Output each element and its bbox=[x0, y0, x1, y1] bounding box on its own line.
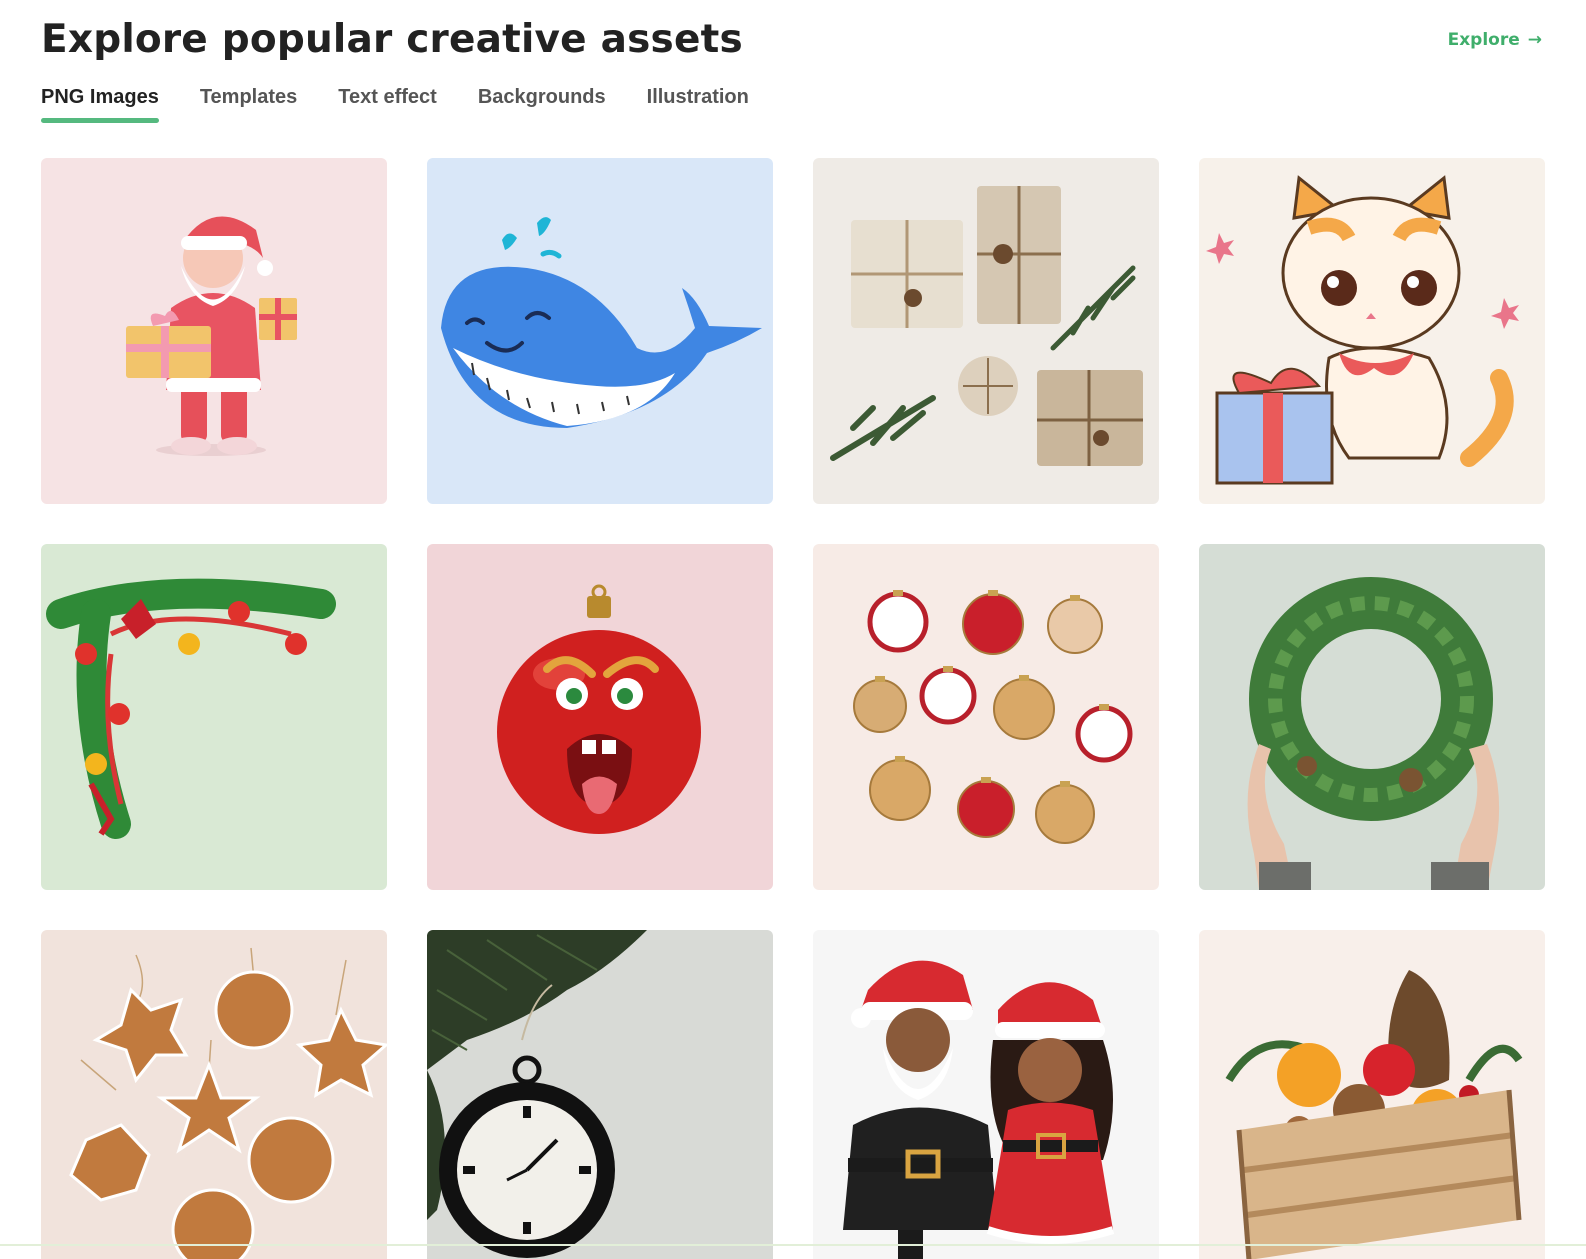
fruit-crate-image bbox=[1225, 970, 1523, 1259]
explore-label: Explore bbox=[1447, 30, 1520, 50]
kitten-image bbox=[1206, 175, 1519, 485]
asset-card-christmas-garland-corner[interactable] bbox=[41, 544, 387, 890]
whale-image bbox=[441, 217, 762, 428]
wreath-image bbox=[1247, 577, 1500, 890]
asset-card-christmas-baubles[interactable] bbox=[813, 544, 1159, 890]
asset-card-kitten-with-gift[interactable] bbox=[1199, 158, 1545, 504]
tab-templates[interactable]: Templates bbox=[200, 86, 297, 123]
tab-backgrounds[interactable]: Backgrounds bbox=[478, 86, 606, 123]
asset-card-angry-red-ornament[interactable] bbox=[427, 544, 773, 890]
gift-boxes-image bbox=[830, 186, 1143, 466]
ornament-face-image bbox=[497, 584, 701, 834]
section-title: Explore popular creative assets bbox=[41, 17, 743, 62]
tab-illustration[interactable]: Illustration bbox=[647, 86, 749, 123]
baubles-image bbox=[853, 590, 1133, 844]
gingerbread-image bbox=[69, 947, 387, 1259]
asset-grid bbox=[41, 158, 1545, 1259]
arrow-right-icon: → bbox=[1527, 29, 1542, 50]
asset-tabs: PNG Images Templates Text effect Backgro… bbox=[41, 86, 749, 123]
asset-card-blue-whale[interactable] bbox=[427, 158, 773, 504]
santa-image bbox=[126, 216, 297, 456]
asset-card-santa-and-girl[interactable] bbox=[813, 930, 1159, 1259]
garland-image bbox=[46, 578, 336, 839]
asset-card-kraft-gift-boxes[interactable] bbox=[813, 158, 1159, 504]
tab-text-effect[interactable]: Text effect bbox=[338, 86, 437, 123]
section-header: Explore popular creative assets Explore … bbox=[41, 14, 1542, 70]
santa-and-girl-image bbox=[843, 960, 1115, 1259]
tab-png-images[interactable]: PNG Images bbox=[41, 86, 159, 123]
asset-card-santa-with-gifts[interactable] bbox=[41, 158, 387, 504]
asset-card-gingerbread-cookies[interactable] bbox=[41, 930, 387, 1259]
asset-card-hands-holding-wreath[interactable] bbox=[1199, 544, 1545, 890]
asset-card-fruit-crate[interactable] bbox=[1199, 930, 1545, 1259]
explore-link[interactable]: Explore → bbox=[1448, 30, 1542, 50]
pocket-watch-image bbox=[427, 930, 647, 1258]
asset-card-pocket-watch-on-branch[interactable] bbox=[427, 930, 773, 1259]
page-divider bbox=[0, 1244, 1586, 1246]
